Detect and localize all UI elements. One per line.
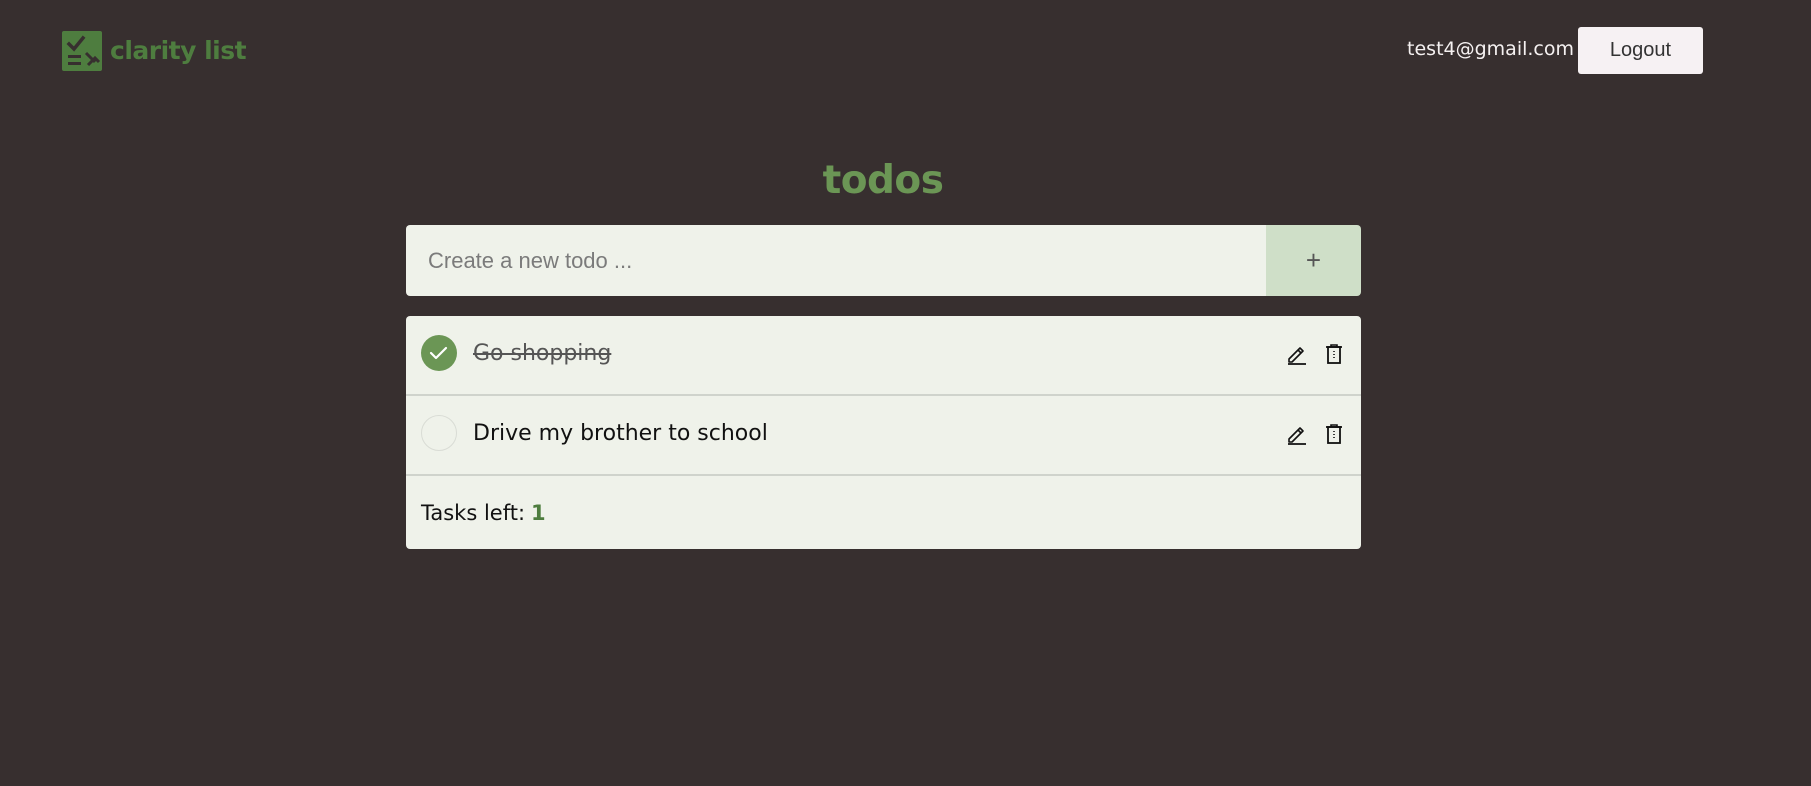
- todo-list: Go shopping Drive my brother to school T…: [406, 316, 1361, 549]
- create-todo-input[interactable]: [406, 225, 1266, 296]
- edit-icon[interactable]: [1286, 343, 1308, 365]
- todo-text[interactable]: Go shopping: [473, 336, 611, 372]
- logout-button[interactable]: Logout: [1578, 27, 1703, 74]
- todo-item: Go shopping: [406, 316, 1361, 396]
- user-email: test4@gmail.com: [1407, 38, 1574, 60]
- tasks-left-count: 1: [531, 500, 546, 525]
- tasks-left-label: Tasks left:: [421, 500, 526, 525]
- todo-text[interactable]: Drive my brother to school: [473, 416, 768, 452]
- checklist-icon: [62, 31, 102, 71]
- todo-item: Drive my brother to school: [406, 396, 1361, 476]
- app-name: clarity list: [110, 36, 247, 65]
- logo[interactable]: clarity list: [62, 31, 247, 71]
- page-title: todos: [822, 158, 944, 203]
- todo-checkbox-checked[interactable]: [421, 335, 457, 371]
- trash-icon[interactable]: [1323, 343, 1345, 365]
- trash-icon[interactable]: [1323, 423, 1345, 445]
- checkmark-icon: [429, 346, 448, 360]
- edit-icon[interactable]: [1286, 423, 1308, 445]
- tasks-left-footer: Tasks left: 1: [406, 476, 1361, 549]
- add-todo-button[interactable]: +: [1266, 225, 1361, 296]
- todo-checkbox-unchecked[interactable]: [421, 415, 457, 451]
- header: clarity list test4@gmail.com Logout: [0, 0, 1811, 100]
- create-todo-form: +: [406, 225, 1361, 296]
